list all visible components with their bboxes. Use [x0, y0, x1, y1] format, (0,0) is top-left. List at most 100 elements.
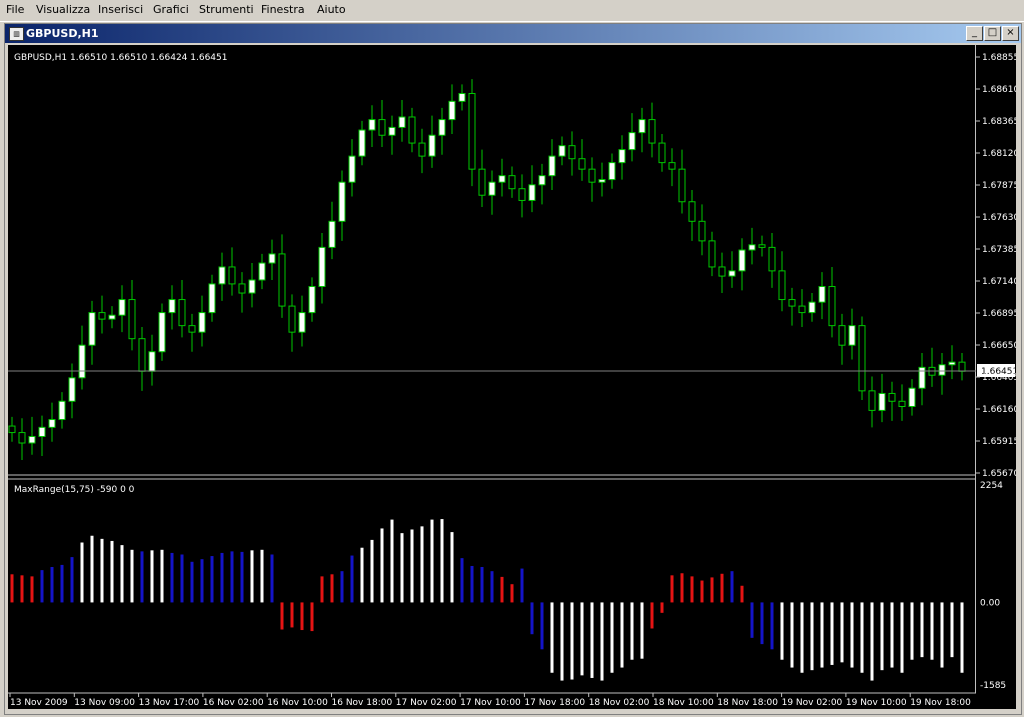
time-tick-label: 18 Nov 18:00: [717, 698, 778, 708]
menu-grafici[interactable]: Grafici: [153, 3, 189, 16]
candle-body: [768, 246, 776, 272]
indicator-bar: [270, 554, 274, 603]
indicator-bar: [780, 602, 784, 660]
price-tick-label: 1.68120: [982, 149, 1016, 159]
indicator-bar: [470, 565, 474, 603]
indicator-bar: [90, 535, 94, 603]
indicator-bar: [420, 526, 424, 603]
candle-body: [918, 366, 926, 389]
maximize-button[interactable]: □: [984, 26, 1001, 41]
candle-body: [608, 162, 616, 181]
indicator-bar: [390, 519, 394, 603]
candle-body: [218, 266, 226, 285]
menu-aiuto[interactable]: Aiuto: [317, 3, 346, 16]
candle-body: [458, 93, 466, 102]
indicator-bar: [430, 519, 434, 603]
indicator-bar: [310, 602, 314, 632]
indicator-bar: [600, 602, 604, 681]
price-panel-header: GBPUSD,H1 1.66510 1.66510 1.66424 1.6645…: [14, 53, 227, 63]
menu-file[interactable]: File: [6, 3, 24, 16]
indicator-bar: [220, 552, 224, 603]
candle-body: [898, 400, 906, 407]
candle-body: [358, 129, 366, 157]
time-tick-label: 16 Nov 18:00: [332, 698, 393, 708]
indicator-bar: [960, 602, 964, 673]
indicator-bar: [360, 547, 364, 603]
candle-body: [168, 299, 176, 314]
candle-body: [188, 325, 196, 333]
candle-body: [108, 314, 116, 320]
indicator-bar: [380, 528, 384, 603]
indicator-bar: [870, 602, 874, 681]
candle-body: [128, 299, 136, 340]
indicator-bar: [770, 602, 774, 650]
indicator-bar: [950, 602, 954, 658]
candle-body: [48, 419, 56, 428]
candle-body: [348, 155, 356, 183]
indicator-bar: [860, 602, 864, 673]
price-tick-label: 1.67630: [982, 213, 1016, 223]
candle-body: [318, 246, 326, 288]
minimize-button[interactable]: _: [966, 26, 983, 41]
candle-body: [288, 305, 296, 333]
menu-inserisci[interactable]: Inserisci: [98, 3, 143, 16]
candle-body: [888, 392, 896, 402]
indicator-bar: [460, 558, 464, 603]
candle-body: [38, 426, 46, 437]
indicator-tick-label: 2254: [980, 481, 1003, 491]
candle-body: [118, 299, 126, 316]
indicator-bar: [500, 576, 504, 603]
candles-group: [8, 79, 966, 460]
indicator-axis: 2254 0.00 -1585: [980, 481, 1006, 691]
menu-visualizza[interactable]: Visualizza: [36, 3, 90, 16]
price-tick-label: 1.68610: [982, 85, 1016, 95]
candle-body: [238, 283, 246, 294]
candle-body: [538, 175, 546, 186]
menu-strumenti[interactable]: Strumenti: [199, 3, 254, 16]
candle-body: [558, 145, 566, 157]
indicator-panel-header: MaxRange(15,75) -590 0 0: [14, 485, 135, 495]
price-tick-label: 1.66160: [982, 405, 1016, 415]
time-tick-label: 19 Nov 10:00: [846, 698, 907, 708]
candle-body: [568, 145, 576, 160]
chart-canvas[interactable]: 1.66451 GBPUSD,H1 1.66510 1.66510 1.6642…: [8, 45, 1019, 709]
candle-body: [518, 188, 526, 201]
indicator-bar: [290, 602, 294, 628]
candle-body: [78, 344, 86, 379]
price-tick-label: 1.66650: [982, 341, 1016, 351]
indicator-bar: [230, 551, 234, 603]
candle-body: [398, 116, 406, 128]
candle-body: [828, 286, 836, 327]
indicator-bar: [680, 573, 684, 603]
candle-body: [588, 168, 596, 183]
indicator-bar: [590, 602, 594, 678]
candle-body: [258, 262, 266, 281]
candle-body: [368, 119, 376, 131]
chart-area[interactable]: 1.66451 GBPUSD,H1 1.66510 1.66510 1.6642…: [8, 45, 1019, 709]
candle-body: [728, 270, 736, 277]
candle-body: [798, 305, 806, 314]
price-tick-label: 1.67385: [982, 245, 1016, 255]
candle-body: [778, 270, 786, 301]
window-title-bar[interactable]: ▥ GBPUSD,H1 _ □ ×: [5, 24, 1021, 43]
menu-finestra[interactable]: Finestra: [261, 3, 305, 16]
price-tick-label: 1.65915: [982, 437, 1016, 447]
candle-body: [298, 312, 306, 333]
time-tick-label: 18 Nov 10:00: [653, 698, 714, 708]
time-axis: 13 Nov 2009 13 Nov 09:00 13 Nov 17:00 16 No…: [9, 693, 971, 708]
candle-body: [808, 301, 816, 314]
indicator-bar: [530, 602, 534, 635]
candle-body: [788, 299, 796, 307]
time-tick-label: 17 Nov 18:00: [524, 698, 585, 708]
indicator-tick-label: 0.00: [980, 598, 1000, 608]
indicator-bar: [280, 602, 284, 630]
candle-body: [88, 312, 96, 346]
indicator-bar: [580, 602, 584, 676]
price-tick-label: 1.68855: [982, 53, 1016, 63]
indicator-bar: [690, 576, 694, 603]
price-tick-label: 1.68365: [982, 117, 1016, 127]
close-button[interactable]: ×: [1002, 26, 1019, 41]
indicator-bar: [40, 570, 44, 603]
candle-body: [158, 312, 166, 353]
indicator-bar: [840, 602, 844, 663]
